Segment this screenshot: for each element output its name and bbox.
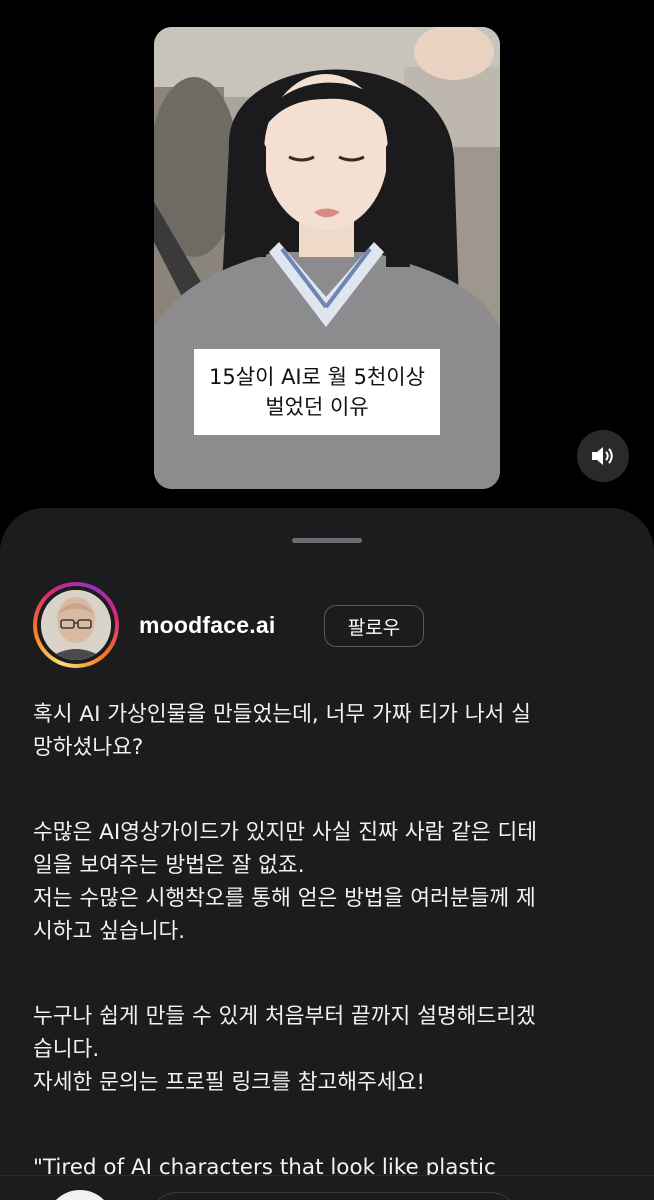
caption-line: 시하고 싶습니다. bbox=[33, 919, 186, 944]
caption-line: 누구나 쉽게 만들 수 있게 처음부터 끝까지 설명해드리겠 bbox=[33, 1004, 536, 1029]
caption-line: 저는 수많은 시행착오를 통해 얻은 방법을 여러분들께 제 bbox=[33, 886, 536, 911]
sound-toggle-button[interactable] bbox=[577, 430, 629, 482]
avatar bbox=[41, 590, 111, 660]
caption-sheet: moodface.ai 팔로우 혹시 AI 가상인물을 만들었는데, 너무 가짜… bbox=[0, 508, 654, 1200]
speaker-volume-icon bbox=[592, 447, 613, 465]
post-caption-text: 혹시 AI 가상인물을 만들었는데, 너무 가짜 티가 나서 실 망하셨나요? … bbox=[33, 698, 623, 1184]
caption-line: 혹시 AI 가상인물을 만들었는데, 너무 가짜 티가 나서 실 bbox=[33, 702, 531, 727]
reel-video-preview[interactable]: 15살이 AI로 월 5천이상 벌었던 이유 bbox=[154, 27, 500, 489]
caption-paragraph: 혹시 AI 가상인물을 만들었는데, 너무 가짜 티가 나서 실 망하셨나요? bbox=[33, 698, 623, 764]
caption-line: 일을 보여주는 방법은 잘 없죠. bbox=[33, 853, 305, 878]
caption-line: 망하셨나요? bbox=[33, 735, 144, 760]
caption-line: 수많은 AI영상가이드가 있지만 사실 진짜 사람 같은 디테 bbox=[33, 820, 538, 845]
caption-line: 습니다. bbox=[33, 1037, 100, 1062]
username-link[interactable]: moodface.ai bbox=[139, 612, 275, 639]
reel-screen: 15살이 AI로 월 5천이상 벌었던 이유 moodface.ai 팔로우 혹… bbox=[0, 0, 654, 1200]
video-caption-box: 15살이 AI로 월 5천이상 벌었던 이유 bbox=[194, 349, 440, 435]
follow-button[interactable]: 팔로우 bbox=[324, 605, 424, 647]
video-caption-line1: 15살이 AI로 월 5천이상 bbox=[209, 365, 425, 389]
comment-input[interactable] bbox=[148, 1192, 520, 1200]
avatar-photo-image bbox=[41, 590, 111, 660]
caption-line: 자세한 문의는 프로필 링크를 참고해주세요! bbox=[33, 1070, 425, 1095]
profile-avatar-story-ring[interactable] bbox=[33, 582, 119, 668]
comment-composer-bar bbox=[0, 1175, 654, 1200]
video-caption-line2: 벌었던 이유 bbox=[265, 395, 369, 419]
sheet-drag-handle[interactable] bbox=[292, 538, 362, 543]
caption-paragraph: 수많은 AI영상가이드가 있지만 사실 진짜 사람 같은 디테 일을 보여주는 … bbox=[33, 816, 623, 948]
caption-paragraph: 누구나 쉽게 만들 수 있게 처음부터 끝까지 설명해드리겠 습니다. 자세한 … bbox=[33, 1000, 623, 1099]
current-user-avatar bbox=[46, 1190, 114, 1200]
